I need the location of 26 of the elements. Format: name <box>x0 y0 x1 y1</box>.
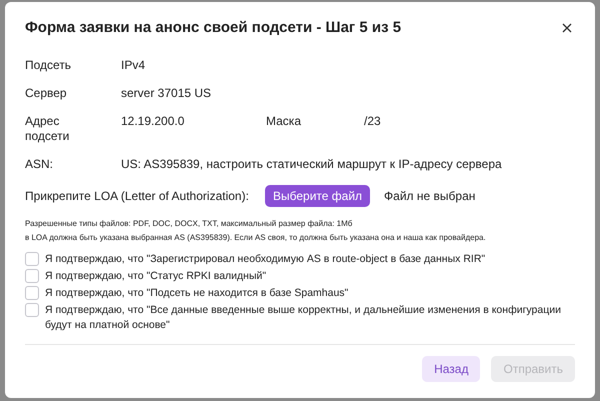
field-label: Адрес подсети <box>25 114 70 144</box>
field-value: server 37015 US <box>121 86 212 101</box>
choose-file-button[interactable]: Выберите файл <box>265 185 370 207</box>
hint-text: Разрешенные типы файлов: PDF, DOC, DOCX, TXT, максимальный размер файла: 1Мб <box>25 218 354 230</box>
field-label: Маска <box>266 114 302 129</box>
field-value: IPv4 <box>121 58 146 73</box>
close-icon[interactable] <box>562 22 572 32</box>
checkbox[interactable] <box>25 252 39 266</box>
field-value: 12.19.200.0 <box>121 114 186 129</box>
file-status: Файл не выбран <box>384 189 476 203</box>
checkbox[interactable] <box>25 303 39 317</box>
checkbox[interactable] <box>25 286 39 300</box>
checkbox-label: Я подтверждаю, что "Все данные введенные выше корректны, и дальнейшие изменения в конфигурации будут на платной основе" <box>45 303 562 333</box>
checkbox-label: Я подтверждаю, что "Подсеть не находится в базе Spamhaus" <box>45 286 348 301</box>
field-label: Сервер <box>25 86 68 101</box>
field-label: Подсеть <box>25 58 72 73</box>
checkbox-label: Я подтверждаю, что "Зарегистрировал необходимую AS в route-object в базе данных RIR" <box>45 252 486 267</box>
hint-text: в LOA должна быть указана выбранная AS (AS395839). Если AS своя, то должна быть указана она и наша как провайдера. <box>25 232 487 244</box>
checkbox-label: Я подтверждаю, что "Статус RPKI валидный" <box>45 269 266 284</box>
field-value: /23 <box>364 114 381 129</box>
back-button[interactable]: Назад <box>422 356 480 382</box>
field-value: US: AS395839, настроить статический маршрут к IP-адресу сервера <box>121 157 502 172</box>
dialog-title: Форма заявки на анонс своей подсети - Шаг 5 из 5 <box>25 19 402 36</box>
field-label: ASN: <box>25 157 54 172</box>
checkbox[interactable] <box>25 269 39 283</box>
attachment-label: Прикрепите LOA (Letter of Authorization): <box>25 189 250 203</box>
